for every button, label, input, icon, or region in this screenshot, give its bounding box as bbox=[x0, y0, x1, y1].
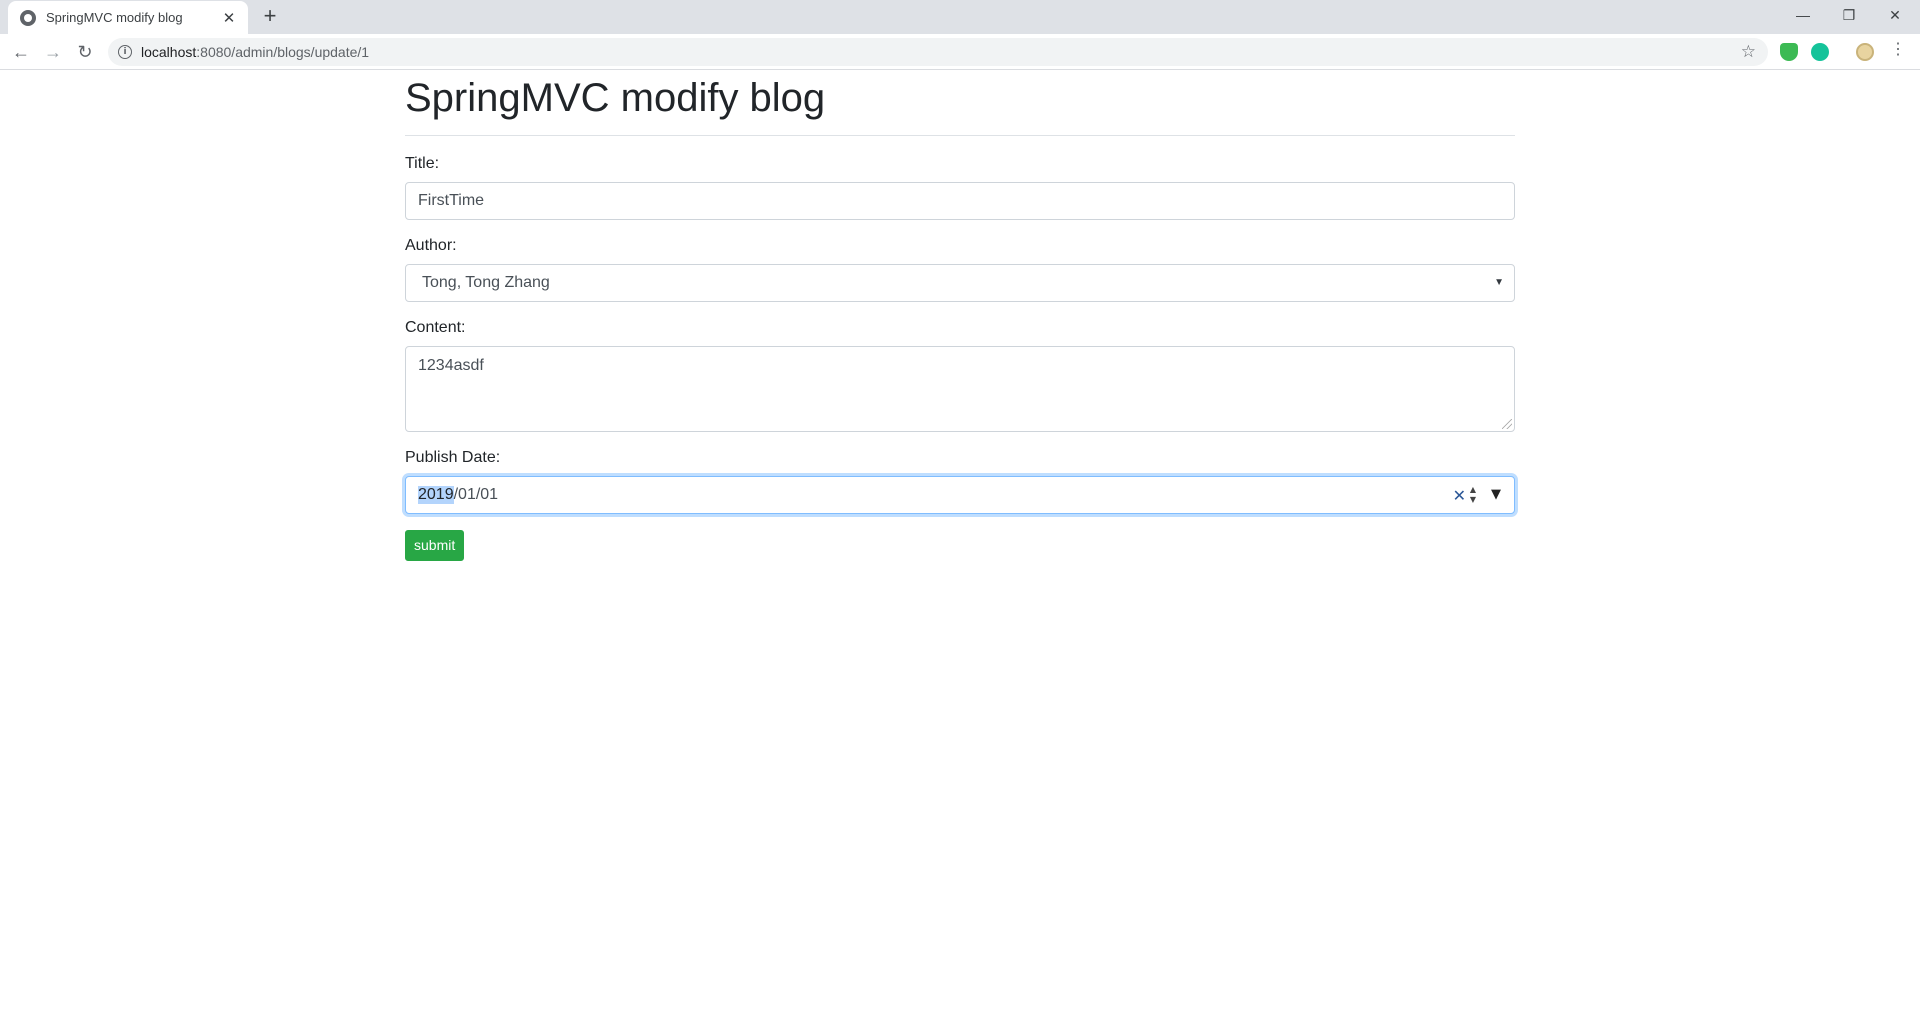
content-textarea[interactable]: 1234asdf bbox=[405, 346, 1515, 432]
new-tab-button[interactable]: + bbox=[258, 5, 282, 29]
author-select-value: Tong, Tong Zhang bbox=[422, 274, 550, 291]
resize-grip-icon[interactable] bbox=[1502, 419, 1512, 429]
tab-strip: SpringMVC modify blog ✕ + — ❐ ✕ bbox=[0, 0, 1920, 34]
content-group: Content: 1234asdf bbox=[405, 318, 1515, 432]
title-input-value: FirstTime bbox=[418, 192, 485, 209]
info-icon[interactable]: i bbox=[118, 45, 132, 59]
submit-button[interactable]: submit bbox=[405, 530, 465, 561]
tab-close-icon[interactable]: ✕ bbox=[220, 9, 238, 27]
bookmark-star-icon[interactable]: ☆ bbox=[1741, 42, 1756, 62]
date-group: Publish Date: 2019/01/01 ✕ ▲ ▼ ▼ bbox=[405, 448, 1515, 514]
grammarly-extension-icon[interactable] bbox=[1811, 43, 1829, 61]
url-path: :8080/admin/blogs/update/1 bbox=[196, 44, 370, 60]
page-container: SpringMVC modify blog Title: FirstTime A… bbox=[405, 70, 1515, 561]
tab-title: SpringMVC modify blog bbox=[46, 10, 183, 25]
author-group: Author: Tong, Tong Zhang ▼ bbox=[405, 236, 1515, 302]
title-label: Title: bbox=[405, 155, 440, 172]
content-textarea-value: 1234asdf bbox=[418, 357, 484, 374]
reload-button[interactable]: ↻ bbox=[72, 39, 98, 65]
globe-icon bbox=[20, 9, 36, 26]
chevron-down-icon: ▼ bbox=[1494, 277, 1504, 288]
dropdown-arrow-icon[interactable]: ▼ bbox=[1491, 487, 1501, 502]
date-label: Publish Date: bbox=[405, 449, 501, 466]
title-group: Title: FirstTime bbox=[405, 154, 1515, 220]
browser-toolbar: ← → ↻ i localhost:8080/admin/blogs/updat… bbox=[0, 34, 1920, 70]
forward-button[interactable]: → bbox=[40, 39, 66, 65]
author-label: Author: bbox=[405, 237, 457, 254]
browser-tab[interactable]: SpringMVC modify blog ✕ bbox=[8, 1, 248, 34]
back-button[interactable]: ← bbox=[8, 39, 34, 65]
author-select[interactable]: Tong, Tong Zhang ▼ bbox=[405, 264, 1515, 302]
url-host: localhost bbox=[141, 44, 197, 60]
clear-icon[interactable]: ✕ bbox=[1453, 486, 1466, 505]
date-year-segment[interactable]: 2019 bbox=[418, 486, 454, 504]
date-rest-segment[interactable]: /01/01 bbox=[454, 486, 498, 504]
page-title: SpringMVC modify blog bbox=[405, 76, 826, 120]
title-input[interactable]: FirstTime bbox=[405, 182, 1515, 220]
browser-menu-icon[interactable]: ⋮ bbox=[1890, 42, 1906, 58]
spinner-icon[interactable]: ▲ ▼ bbox=[1470, 485, 1476, 505]
minimize-button[interactable]: — bbox=[1780, 0, 1826, 30]
restore-button[interactable]: ❐ bbox=[1826, 0, 1872, 30]
content-label: Content: bbox=[405, 319, 466, 336]
url-text: localhost:8080/admin/blogs/update/1 bbox=[141, 44, 369, 60]
close-window-button[interactable]: ✕ bbox=[1872, 0, 1918, 30]
shield-extension-icon[interactable] bbox=[1780, 43, 1798, 61]
publish-date-input[interactable]: 2019/01/01 ✕ ▲ ▼ ▼ bbox=[405, 476, 1515, 514]
divider bbox=[405, 135, 1515, 136]
profile-avatar-icon[interactable] bbox=[1856, 43, 1874, 61]
address-bar[interactable]: i localhost:8080/admin/blogs/update/1 ☆ bbox=[108, 38, 1768, 66]
